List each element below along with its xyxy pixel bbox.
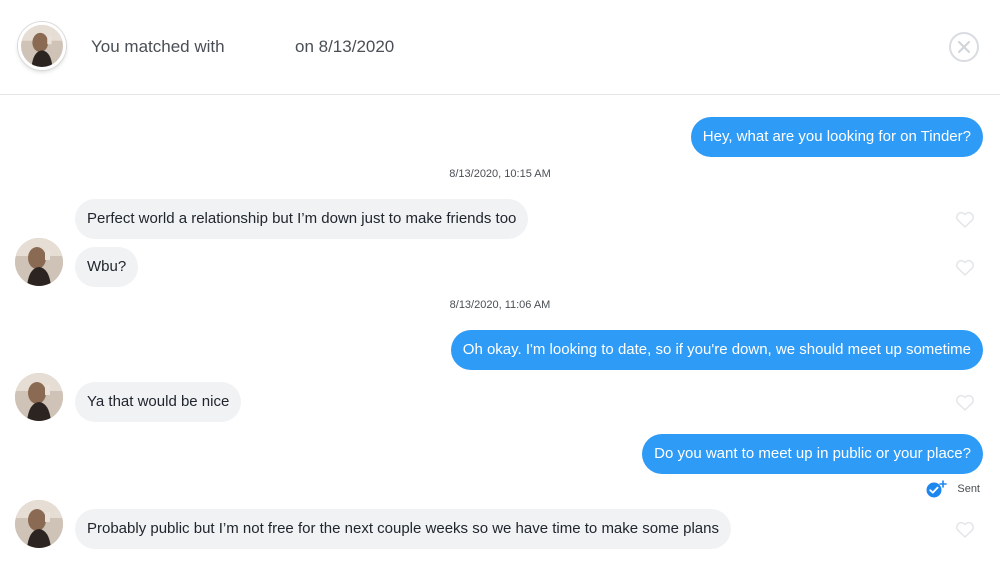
close-button[interactable]	[949, 32, 979, 62]
message-bubble-incoming[interactable]: Perfect world a relationship but I’m dow…	[75, 199, 529, 239]
match-avatar[interactable]	[18, 22, 66, 70]
avatar-photo	[15, 500, 63, 548]
sender-avatar[interactable]	[15, 238, 63, 286]
avatar-photo	[15, 238, 63, 286]
match-date: on 8/13/2020	[295, 37, 395, 56]
sent-label: Sent	[957, 483, 980, 495]
heart-outline-icon[interactable]	[955, 211, 975, 229]
message-bubble-incoming[interactable]: Ya that would be nice	[75, 382, 242, 422]
chat-window: You matched with on 8/13/2020 Hey, what …	[0, 0, 1000, 561]
heart-outline-icon[interactable]	[955, 259, 975, 277]
message-timestamp: 8/13/2020, 11:06 AM	[449, 299, 551, 311]
message-timestamp: 8/13/2020, 10:15 AM	[449, 168, 551, 180]
heart-outline-icon[interactable]	[955, 521, 975, 539]
sender-avatar[interactable]	[15, 373, 63, 421]
message-bubble-outgoing[interactable]: Do you want to meet up in public or your…	[642, 434, 983, 474]
checkmark-sparkle-icon	[926, 480, 948, 498]
message-bubble-outgoing[interactable]: Hey, what are you looking for on Tinder?	[690, 117, 983, 157]
match-label: You matched with	[91, 37, 225, 56]
heart-outline-icon[interactable]	[955, 394, 975, 412]
avatar-photo	[15, 373, 63, 421]
close-icon	[957, 40, 971, 54]
message-bubble-incoming[interactable]: Probably public but I’m not free for the…	[75, 509, 731, 549]
sent-status: Sent	[925, 480, 980, 498]
match-header: You matched with on 8/13/2020	[0, 0, 1000, 95]
sender-avatar[interactable]	[15, 500, 63, 548]
message-bubble-outgoing[interactable]: Oh okay. I'm looking to date, so if you'…	[450, 330, 983, 370]
avatar-photo	[21, 25, 63, 67]
message-bubble-incoming[interactable]: Wbu?	[75, 247, 139, 287]
